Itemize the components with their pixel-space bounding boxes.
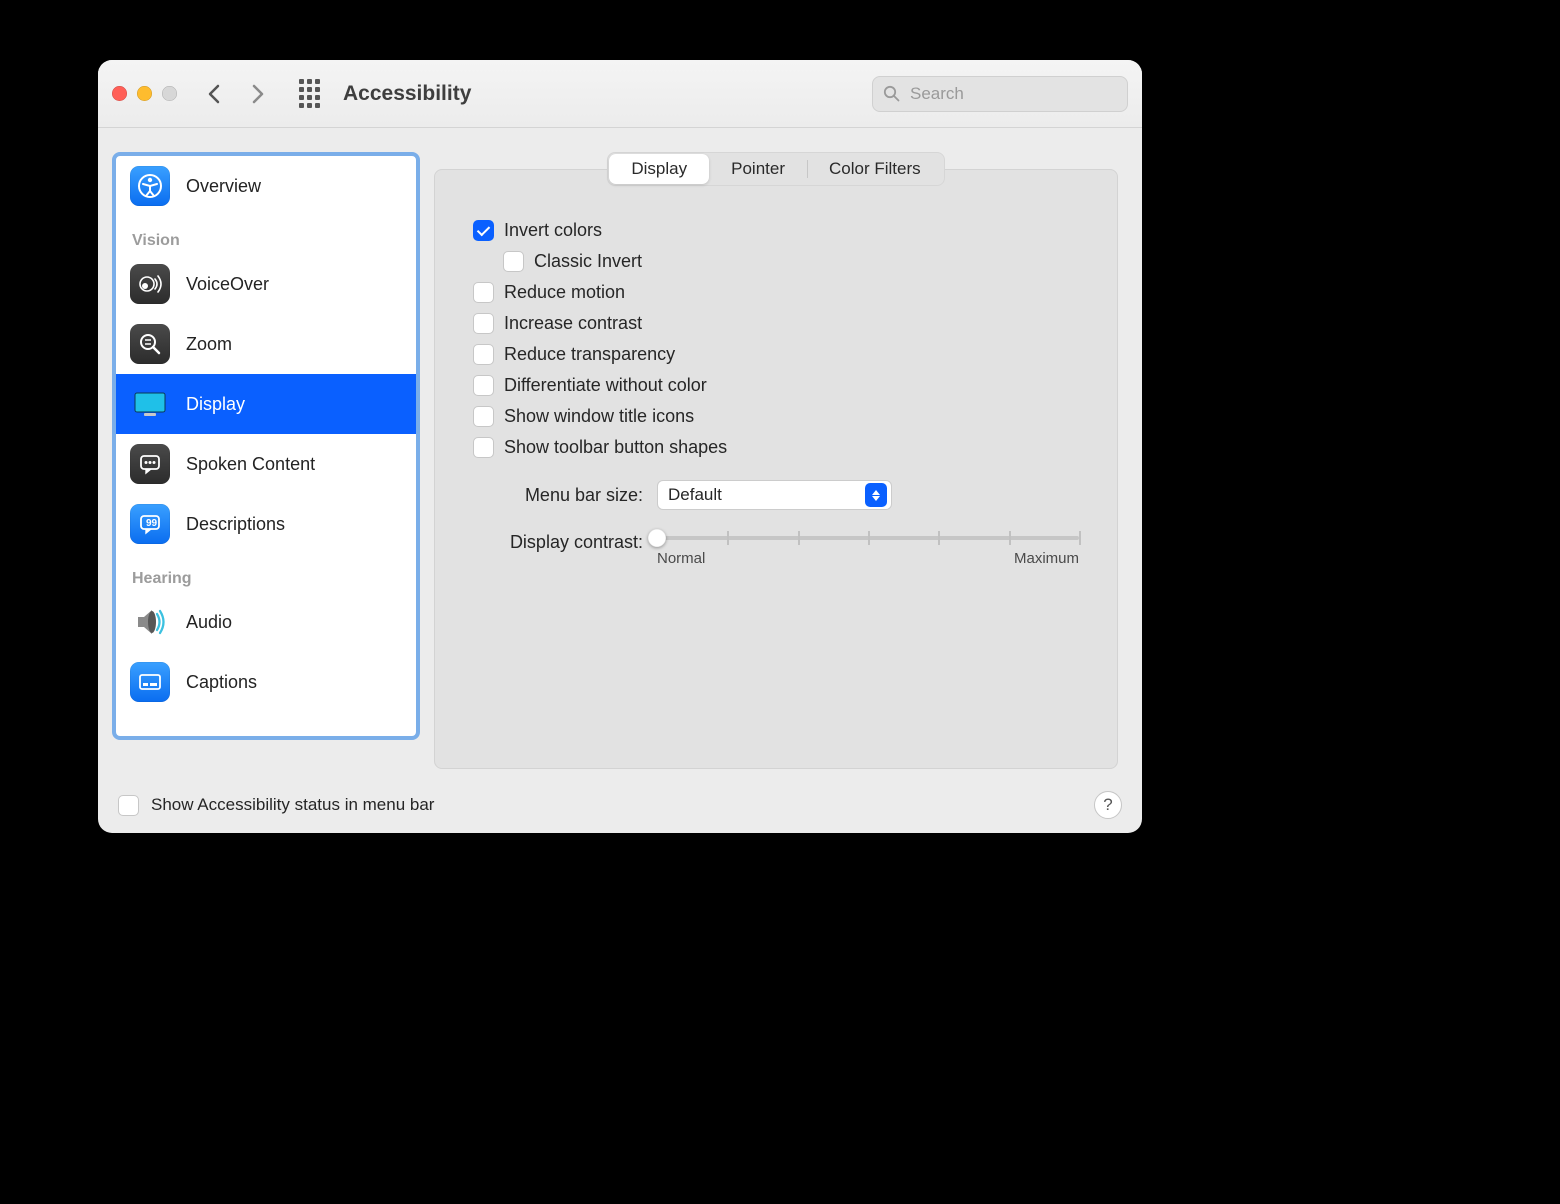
- detail-pane: Display Pointer Color Filters Invert col…: [434, 152, 1118, 769]
- tab-color-filters[interactable]: Color Filters: [807, 154, 943, 184]
- option-label: Invert colors: [504, 220, 602, 241]
- display-contrast-label: Display contrast:: [473, 532, 643, 553]
- menu-bar-size-label: Menu bar size:: [473, 485, 643, 506]
- accessibility-icon: [130, 166, 170, 206]
- stepper-icon: [865, 483, 887, 507]
- option-reduce-motion[interactable]: Reduce motion: [473, 282, 1079, 303]
- close-window-button[interactable]: [112, 86, 127, 101]
- tab-pointer[interactable]: Pointer: [709, 154, 807, 184]
- sidebar-item-label: Captions: [186, 672, 257, 693]
- zoom-icon: [130, 324, 170, 364]
- sidebar-item-label: Overview: [186, 176, 261, 197]
- sidebar-heading-vision: Vision: [116, 216, 416, 254]
- sidebar-item-label: Descriptions: [186, 514, 285, 535]
- sidebar-item-label: Display: [186, 394, 245, 415]
- sidebar-item-spoken-content[interactable]: Spoken Content: [116, 434, 416, 494]
- sidebar-item-overview[interactable]: Overview: [116, 156, 416, 216]
- prefs-window: Accessibility Overview Vision: [98, 60, 1142, 833]
- option-label: Increase contrast: [504, 313, 642, 334]
- option-label: Reduce transparency: [504, 344, 675, 365]
- slider-knob[interactable]: [648, 529, 666, 547]
- display-panel: Invert colors Classic Invert Reduce moti…: [434, 169, 1118, 769]
- sidebar-item-audio[interactable]: Audio: [116, 592, 416, 652]
- svg-text:99: 99: [146, 518, 158, 529]
- show-all-button[interactable]: [295, 80, 323, 108]
- search-field[interactable]: [872, 76, 1128, 112]
- checkbox[interactable]: [473, 375, 494, 396]
- voiceover-icon: [130, 264, 170, 304]
- checkbox[interactable]: [473, 344, 494, 365]
- slider-max-label: Maximum: [1014, 550, 1079, 567]
- titlebar: Accessibility: [98, 60, 1142, 128]
- sidebar-item-label: Zoom: [186, 334, 232, 355]
- sidebar-item-voiceover[interactable]: VoiceOver: [116, 254, 416, 314]
- sidebar-item-zoom[interactable]: Zoom: [116, 314, 416, 374]
- speech-icon: [130, 444, 170, 484]
- content-area: Overview Vision VoiceOver Zoom: [98, 128, 1142, 777]
- show-status-checkbox[interactable]: [118, 795, 139, 816]
- search-icon: [883, 85, 900, 102]
- option-show-title-icons[interactable]: Show window title icons: [473, 406, 1079, 427]
- checkbox[interactable]: [473, 313, 494, 334]
- window-controls: [112, 86, 177, 101]
- display-contrast-row: Display contrast:: [473, 532, 1079, 567]
- sidebar-item-label: Spoken Content: [186, 454, 315, 475]
- option-increase-contrast[interactable]: Increase contrast: [473, 313, 1079, 334]
- window-title: Accessibility: [343, 82, 471, 106]
- minimize-window-button[interactable]: [137, 86, 152, 101]
- option-reduce-transparency[interactable]: Reduce transparency: [473, 344, 1079, 365]
- select-value: Default: [668, 485, 722, 505]
- option-show-toolbar-shapes[interactable]: Show toolbar button shapes: [473, 437, 1079, 458]
- back-button[interactable]: [197, 77, 231, 111]
- help-button[interactable]: ?: [1094, 791, 1122, 819]
- checkbox[interactable]: [503, 251, 524, 272]
- forward-button[interactable]: [241, 77, 275, 111]
- display-contrast-slider[interactable]: [657, 536, 1079, 540]
- sidebar-item-display[interactable]: Display: [116, 374, 416, 434]
- footer: Show Accessibility status in menu bar ?: [98, 777, 1142, 833]
- sidebar: Overview Vision VoiceOver Zoom: [112, 152, 420, 740]
- captions-icon: [130, 662, 170, 702]
- sidebar-item-descriptions[interactable]: 99 Descriptions: [116, 494, 416, 554]
- sidebar-item-label: Audio: [186, 612, 232, 633]
- help-icon: ?: [1103, 795, 1112, 815]
- sidebar-heading-hearing: Hearing: [116, 554, 416, 592]
- search-input[interactable]: [908, 83, 1117, 105]
- tab-display[interactable]: Display: [609, 154, 709, 184]
- menu-bar-size-select[interactable]: Default: [657, 480, 892, 510]
- option-diff-without-color[interactable]: Differentiate without color: [473, 375, 1079, 396]
- zoom-window-button[interactable]: [162, 86, 177, 101]
- checkbox[interactable]: [473, 282, 494, 303]
- tab-bar: Display Pointer Color Filters: [607, 152, 944, 186]
- show-status-label: Show Accessibility status in menu bar: [151, 795, 434, 815]
- display-icon: [130, 384, 170, 424]
- option-label: Classic Invert: [534, 251, 642, 272]
- option-label: Show window title icons: [504, 406, 694, 427]
- descriptions-icon: 99: [130, 504, 170, 544]
- checkbox[interactable]: [473, 437, 494, 458]
- option-label: Reduce motion: [504, 282, 625, 303]
- checkbox[interactable]: [473, 220, 494, 241]
- checkbox[interactable]: [473, 406, 494, 427]
- menu-bar-size-row: Menu bar size: Default: [473, 480, 1079, 510]
- sidebar-item-label: VoiceOver: [186, 274, 269, 295]
- option-label: Differentiate without color: [504, 375, 707, 396]
- speaker-icon: [130, 602, 170, 642]
- slider-min-label: Normal: [657, 550, 705, 567]
- option-label: Show toolbar button shapes: [504, 437, 727, 458]
- sidebar-item-captions[interactable]: Captions: [116, 652, 416, 712]
- option-invert-colors[interactable]: Invert colors: [473, 220, 1079, 241]
- option-classic-invert[interactable]: Classic Invert: [503, 251, 1079, 272]
